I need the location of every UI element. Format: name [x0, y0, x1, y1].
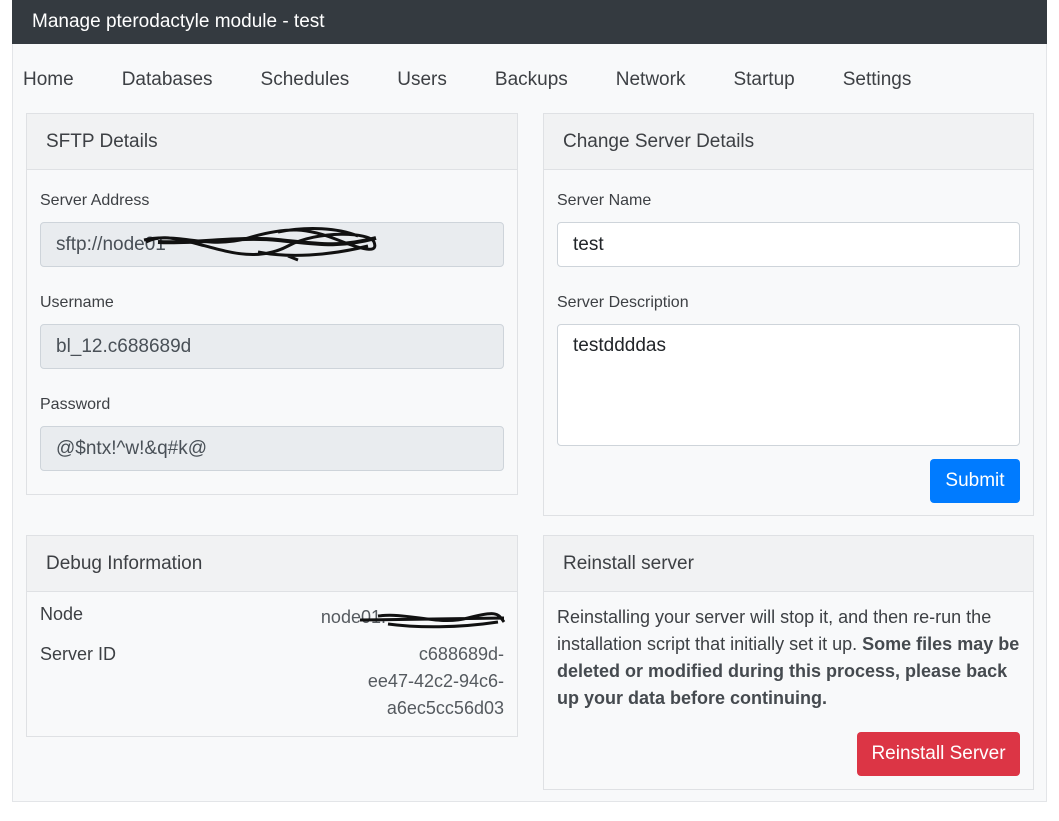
- server-address-field[interactable]: sftp://node01: [40, 222, 504, 267]
- server-details-card: Change Server Details Server Name Server…: [543, 113, 1034, 516]
- server-id-value: c688689d- ee47-42c2-94c6- a6ec5cc56d03: [368, 641, 504, 722]
- server-name-label: Server Name: [557, 192, 652, 209]
- server-id-row: Server ID c688689d- ee47-42c2-94c6- a6ec…: [40, 641, 504, 722]
- sftp-details-title: SFTP Details: [27, 114, 517, 170]
- username-label: Username: [40, 294, 114, 311]
- reinstall-title: Reinstall server: [544, 536, 1033, 592]
- nav-startup[interactable]: Startup: [722, 64, 805, 98]
- server-description-label: Server Description: [557, 294, 689, 311]
- server-id-line: c688689d-: [418, 644, 504, 664]
- top-nav: Home Databases Schedules Users Backups N…: [12, 64, 922, 98]
- reinstall-server-button[interactable]: Reinstall Server: [857, 732, 1020, 776]
- reinstall-description: Reinstalling your server will stop it, a…: [557, 604, 1020, 712]
- server-details-title: Change Server Details: [544, 114, 1033, 170]
- debug-info-card: Debug Information Node node01. Server ID…: [26, 535, 518, 737]
- server-address-value: sftp://node01: [56, 234, 166, 255]
- node-row: Node node01.: [40, 604, 504, 631]
- sftp-details-card: SFTP Details Server Address sftp://node0…: [26, 113, 518, 495]
- username-field[interactable]: bl_12.c688689d: [40, 324, 504, 369]
- reinstall-card: Reinstall server Reinstalling your serve…: [543, 535, 1034, 790]
- password-field[interactable]: @$ntx!^w!&q#k@: [40, 426, 504, 471]
- nav-home[interactable]: Home: [12, 64, 85, 98]
- server-description-input[interactable]: testddddas: [557, 324, 1020, 446]
- nav-backups[interactable]: Backups: [484, 64, 579, 98]
- node-value: node01.: [320, 607, 386, 627]
- submit-button[interactable]: Submit: [930, 459, 1020, 503]
- nav-settings[interactable]: Settings: [832, 64, 923, 98]
- nav-databases[interactable]: Databases: [111, 64, 224, 98]
- nav-network[interactable]: Network: [605, 64, 697, 98]
- server-id-line: ee47-42c2-94c6-: [367, 671, 504, 691]
- server-name-input[interactable]: [557, 222, 1020, 267]
- server-id-line: a6ec5cc56d03: [386, 698, 504, 718]
- nav-users[interactable]: Users: [386, 64, 458, 98]
- debug-info-title: Debug Information: [27, 536, 517, 592]
- password-label: Password: [40, 396, 111, 413]
- nav-schedules[interactable]: Schedules: [250, 64, 361, 98]
- server-address-label: Server Address: [40, 192, 150, 209]
- window-title: Manage pterodactyle module - test: [12, 0, 1047, 44]
- server-id-label: Server ID: [40, 644, 117, 664]
- node-label: Node: [40, 604, 84, 624]
